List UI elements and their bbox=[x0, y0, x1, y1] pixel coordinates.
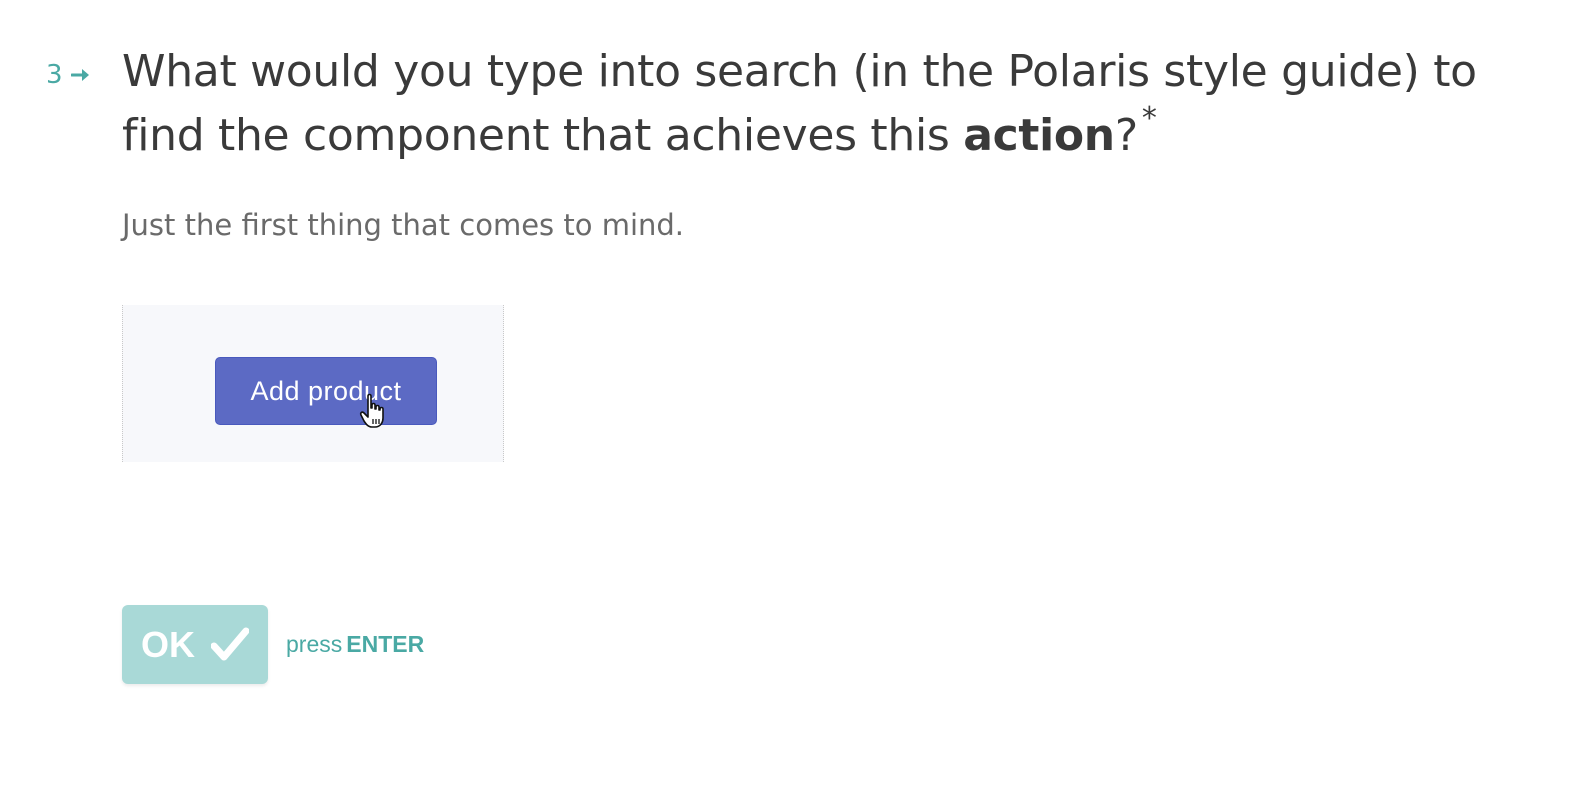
question-number: 3 bbox=[46, 60, 93, 90]
hand-pointer-icon bbox=[359, 393, 384, 428]
check-icon bbox=[211, 627, 249, 660]
press-hint-prefix: press bbox=[286, 631, 343, 657]
required-marker: * bbox=[1141, 101, 1157, 136]
question-text-after: ? bbox=[1114, 110, 1138, 161]
question-attachment-image: Add product bbox=[122, 305, 504, 462]
ok-button-label: OK bbox=[141, 623, 195, 665]
ok-button[interactable]: OK bbox=[122, 605, 268, 684]
submit-row: OK press ENTER bbox=[122, 605, 424, 684]
enter-key-label: ENTER bbox=[346, 631, 425, 657]
question-number-label: 3 bbox=[46, 60, 63, 90]
press-enter-hint: press ENTER bbox=[286, 631, 424, 658]
add-product-button-image: Add product bbox=[215, 357, 437, 425]
question-title: What would you type into search (in the … bbox=[122, 40, 1552, 173]
form-page: 3 What would you type into search (in th… bbox=[0, 0, 1590, 788]
question-text-bold: action bbox=[963, 110, 1115, 161]
question-text-before: What would you type into search (in the … bbox=[122, 46, 1477, 161]
question-description: Just the first thing that comes to mind. bbox=[122, 208, 685, 242]
arrow-right-icon bbox=[70, 69, 89, 81]
